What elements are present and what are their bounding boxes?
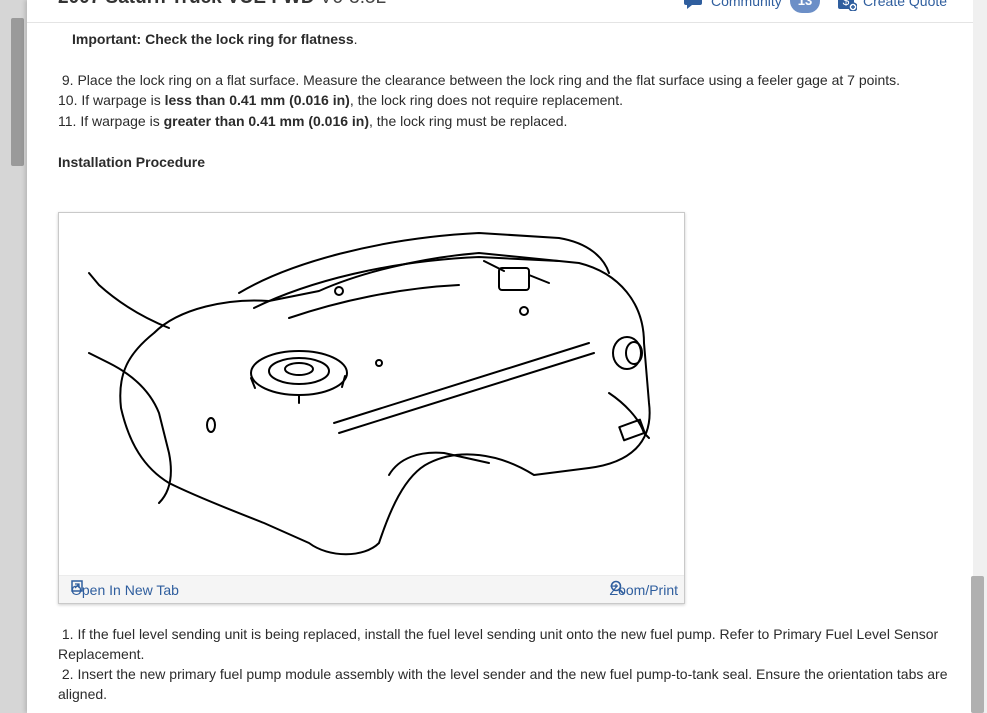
article-panel: 2007 Saturn Truck VUE FWD V6-3.5L Communi… <box>27 0 973 713</box>
page-header: 2007 Saturn Truck VUE FWD V6-3.5L Communi… <box>27 0 973 23</box>
step-number: 2. <box>61 666 74 682</box>
step-text: Insert the new primary fuel pump module … <box>58 666 948 702</box>
vehicle-name: 2007 Saturn Truck VUE FWD <box>58 0 315 8</box>
fuel-tank-diagram <box>88 232 651 556</box>
warpage-limit-text: greater than 0.41 mm (0.016 in) <box>163 113 370 129</box>
warpage-limit-text: less than 0.41 mm (0.016 in) <box>164 92 350 108</box>
fuel-tank-illustration-card: Open In New Tab Zoom/Print <box>58 212 685 604</box>
community-count-badge: 13 <box>789 0 821 13</box>
removal-step-10: 10. If warpage is less than 0.41 mm (0.0… <box>58 92 623 108</box>
removal-step-11: 11. If warpage is greater than 0.41 mm (… <box>58 113 568 129</box>
install-step-1: 1. If the fuel level sending unit is bei… <box>58 624 948 664</box>
step-number: 9. <box>61 72 74 88</box>
chat-icon <box>684 0 702 9</box>
installation-procedure-heading: Installation Procedure <box>58 154 206 170</box>
inner-scrollbar-thumb[interactable] <box>971 576 984 713</box>
magnifier-zoom-icon <box>610 580 624 595</box>
outer-scrollbar-thumb[interactable] <box>11 18 24 166</box>
step-number: 11. <box>58 113 77 129</box>
zoom-print-link[interactable]: Zoom/Print <box>610 580 678 600</box>
step-number: 10. <box>58 92 78 108</box>
vehicle-title: 2007 Saturn Truck VUE FWD V6-3.5L <box>58 0 386 9</box>
create-quote-label: Create Quote <box>863 0 948 9</box>
community-button[interactable]: Community 13 <box>683 0 821 15</box>
quote-dollar-icon: $ <box>838 0 857 11</box>
open-in-new-tab-link[interactable]: Open In New Tab <box>71 580 179 600</box>
create-quote-button[interactable]: $ Create Quote <box>837 0 947 15</box>
install-step-2: 2. Insert the new primary fuel pump modu… <box>58 664 948 704</box>
step-text: Place the lock ring on a flat surface. M… <box>77 72 901 88</box>
community-label: Community <box>711 0 782 9</box>
open-new-tab-icon <box>71 580 83 592</box>
step-number: 1. <box>61 626 74 642</box>
open-in-new-tab-label: Open In New Tab <box>71 582 179 598</box>
vehicle-engine: V6-3.5L <box>320 0 387 8</box>
figure-toolbar: Open In New Tab Zoom/Print <box>59 575 684 603</box>
step-text: If the fuel level sending unit is being … <box>58 626 939 662</box>
important-note: Important: Check the lock ring for flatn… <box>72 31 358 47</box>
removal-step-9: 9. Place the lock ring on a flat surface… <box>58 70 900 90</box>
